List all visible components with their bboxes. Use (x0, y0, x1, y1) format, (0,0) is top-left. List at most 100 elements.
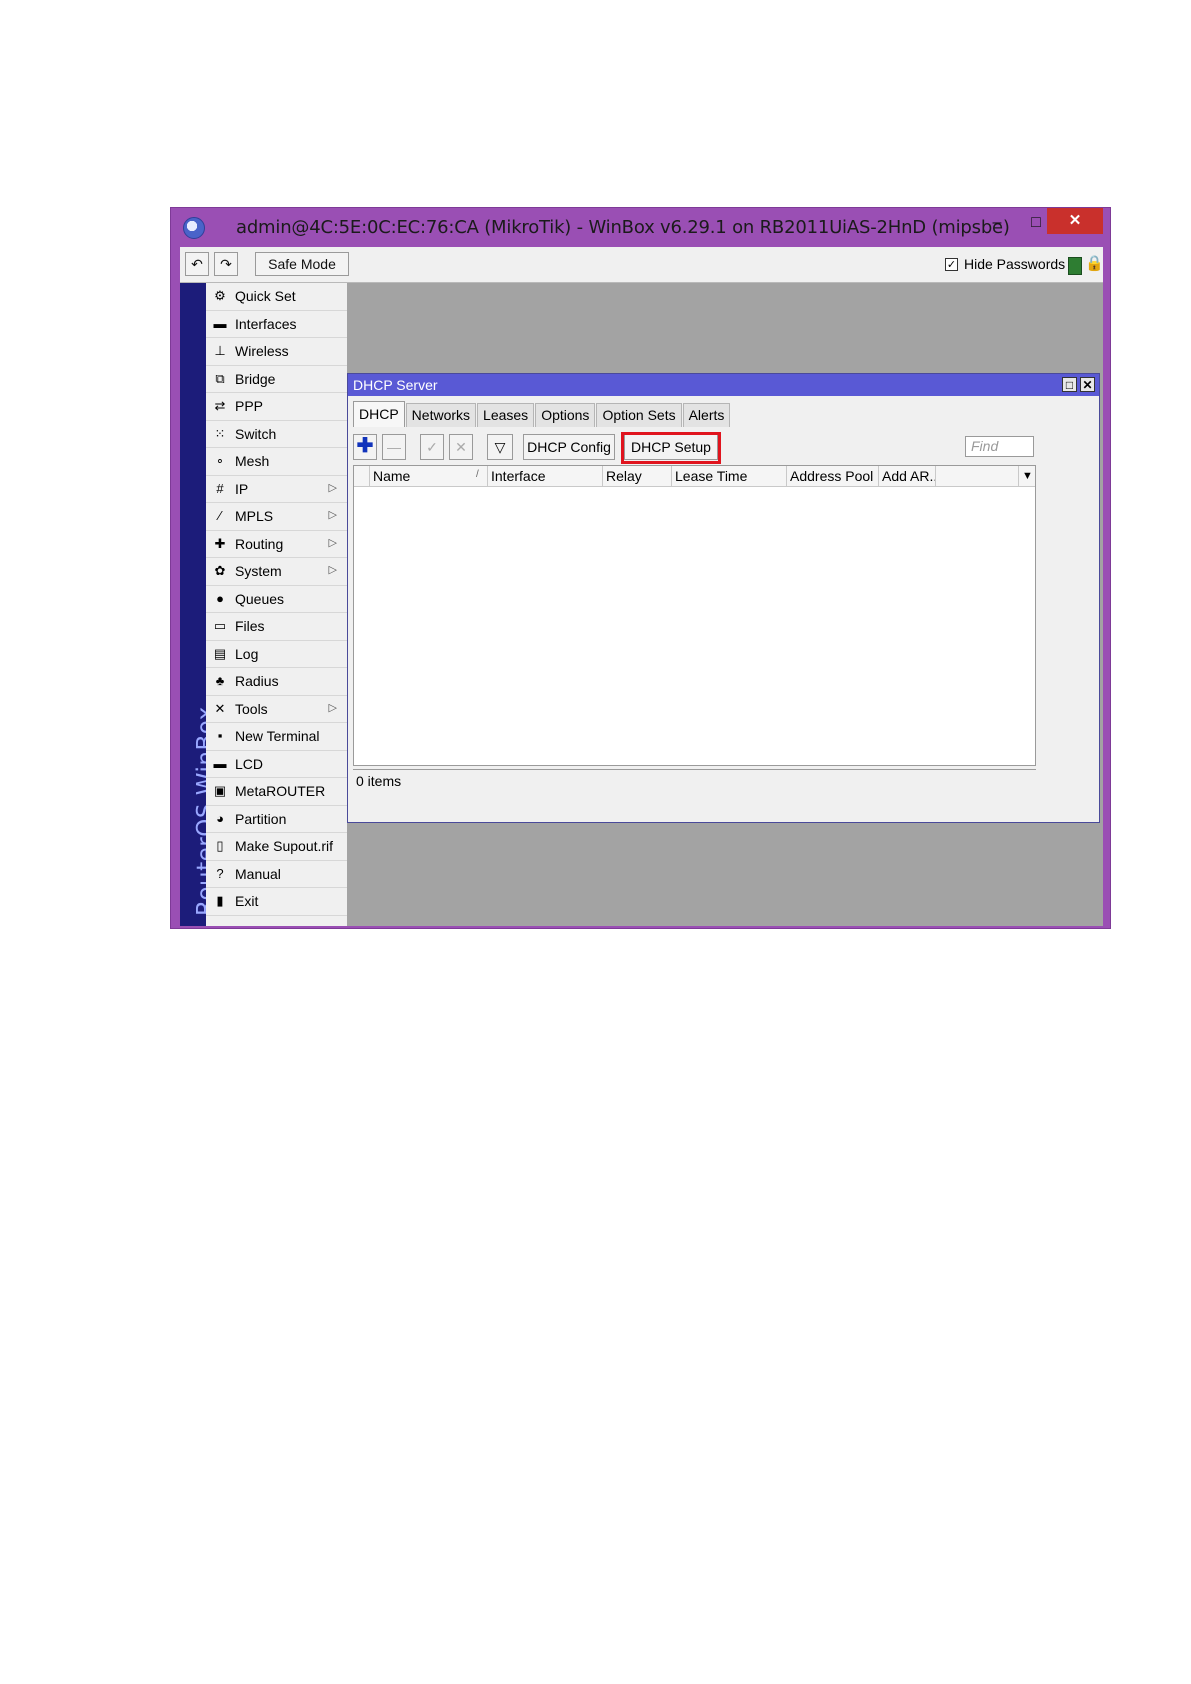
ppp-icon: ⇄ (214, 398, 226, 414)
sidebar-item-label: Routing (235, 535, 284, 552)
dhcp-config-button[interactable]: DHCP Config (523, 434, 615, 460)
restore-icon[interactable]: □ (1062, 377, 1077, 392)
sidebar-item-queues[interactable]: ● Queues (206, 586, 347, 613)
sidebar-item-lcd[interactable]: ▬ LCD (206, 751, 347, 778)
sidebar-item-log[interactable]: ▤ Log (206, 641, 347, 668)
sidebar-item-mpls[interactable]: ⁄ MPLS ▷ (206, 503, 347, 531)
tools-icon: ✕ (214, 700, 226, 716)
column-header-name[interactable]: Name (369, 466, 487, 486)
close-button[interactable]: ✕ (1047, 208, 1103, 234)
sidebar-item-partition[interactable]: ◕ Partition (206, 806, 347, 833)
sidebar-item-radius[interactable]: ♣ Radius (206, 668, 347, 696)
sidebar-item-ppp[interactable]: ⇄ PPP (206, 393, 347, 421)
sidebar-item-new-terminal[interactable]: ▪ New Terminal (206, 723, 347, 751)
manual-icon: ? (216, 865, 224, 881)
partition-icon: ◕ (216, 810, 224, 826)
submenu-arrow-icon: ▷ (328, 564, 337, 576)
lock-icon: 🔒 (1085, 255, 1104, 272)
find-input[interactable]: Find (965, 436, 1034, 457)
add-button[interactable]: ✚ (353, 434, 377, 460)
sidebar-item-label: Bridge (235, 370, 276, 387)
routing-icon: ✚ (214, 535, 226, 551)
undo-button[interactable]: ↶ (185, 252, 209, 276)
window-title: admin@4C:5E:0C:EC:76:CA (MikroTik) - Win… (236, 217, 1010, 238)
winbox-app-icon (183, 217, 205, 239)
sidebar-item-ip[interactable]: # IP ▷ (206, 476, 347, 503)
submenu-arrow-icon: ▷ (328, 509, 337, 521)
sidebar-item-quick-set[interactable]: ⚙ Quick Set (206, 283, 347, 311)
files-icon: ▭ (213, 618, 227, 634)
sidebar-item-files[interactable]: ▭ Files (206, 613, 347, 641)
minimize-button[interactable]: – (982, 212, 1012, 236)
sidebar-item-label: Wireless (235, 343, 289, 360)
sidebar-item-exit[interactable]: ▮ Exit (206, 888, 347, 916)
dhcp-window-title[interactable]: DHCP Server (348, 374, 1099, 396)
sidebar-item-routing[interactable]: ✚ Routing ▷ (206, 531, 347, 558)
redo-button[interactable]: ↷ (214, 252, 238, 276)
column-header-interface[interactable]: Interface (487, 466, 602, 486)
metarouter-icon: ▣ (213, 783, 227, 799)
sidebar-item-mesh[interactable]: ∘ Mesh (206, 448, 347, 476)
tab-options[interactable]: Options (535, 403, 596, 427)
tab-option-sets[interactable]: Option Sets (596, 403, 682, 427)
sidebar-item-interfaces[interactable]: ▬ Interfaces (206, 311, 347, 338)
sidebar-item-label: Quick Set (235, 288, 296, 305)
bridge-icon: ⧉ (215, 370, 225, 386)
table-header: Name / Interface Relay Lease Time Addres… (354, 466, 1035, 487)
tab-leases[interactable]: Leases (477, 403, 535, 427)
hide-passwords-toggle[interactable]: ✓ Hide Passwords (945, 256, 1065, 272)
enable-button[interactable]: ✓ (420, 434, 444, 460)
sidebar-item-make-supout-rif[interactable]: ▯ Make Supout.rif (206, 833, 347, 861)
tab-alerts[interactable]: Alerts (682, 403, 731, 427)
sidebar-item-label: MPLS (235, 508, 274, 525)
sidebar-item-label: Exit (235, 893, 259, 910)
sidebar-item-bridge[interactable]: ⧉ Bridge (206, 366, 347, 393)
hide-passwords-checkbox[interactable]: ✓ (945, 257, 958, 271)
terminal-icon: ▪ (217, 728, 223, 744)
sidebar-item-system[interactable]: ✿ System ▷ (206, 558, 347, 586)
sidebar-item-wireless[interactable]: ⊥ Wireless (206, 338, 347, 366)
switch-icon: ⁙ (214, 425, 226, 441)
winbox-window: admin@4C:5E:0C:EC:76:CA (MikroTik) - Win… (170, 207, 1111, 929)
system-icon: ✿ (214, 563, 226, 579)
highlight-box (621, 432, 721, 464)
mesh-icon: ∘ (215, 453, 225, 469)
columns-dropdown-icon[interactable]: ▼ (1018, 466, 1036, 486)
sidebar-item-label: Switch (235, 425, 277, 442)
column-header-address-pool[interactable]: Address Pool (786, 466, 878, 486)
sidebar-item-label: Partition (235, 810, 287, 827)
column-header-relay[interactable]: Relay (602, 466, 671, 486)
disable-button[interactable]: ✕ (449, 434, 473, 460)
dhcp-tabs: DHCP Networks Leases Options Option Sets Aler… (353, 401, 731, 427)
filter-icon[interactable]: ▽ (487, 434, 513, 460)
close-icon[interactable]: ✕ (1080, 377, 1095, 392)
submenu-arrow-icon: ▷ (328, 536, 337, 549)
sidebar-item-metarouter[interactable]: ▣ MetaROUTER (206, 778, 347, 806)
ip-icon: # (216, 480, 224, 496)
submenu-arrow-icon: ▷ (328, 701, 337, 714)
sidebar-item-label: Files (235, 618, 265, 635)
tab-dhcp[interactable]: DHCP (353, 401, 405, 427)
dhcp-server-window: DHCP Server □ ✕ DHCP Networks Leases Option… (347, 373, 1100, 823)
queues-icon: ● (216, 590, 224, 606)
radius-icon: ♣ (215, 673, 225, 689)
title-bar[interactable]: admin@4C:5E:0C:EC:76:CA (MikroTik) - Win… (171, 208, 1110, 246)
submenu-arrow-icon: ▷ (328, 481, 337, 494)
quick-set-icon: ⚙ (214, 288, 226, 304)
tab-networks[interactable]: Networks (405, 403, 477, 427)
exit-icon: ▮ (216, 893, 224, 909)
column-header-lease-time[interactable]: Lease Time (671, 466, 786, 486)
interfaces-icon: ▬ (213, 315, 227, 331)
sidebar-item-label: New Terminal (235, 728, 320, 745)
column-header-add-arp[interactable]: Add AR... (878, 466, 935, 486)
status-indicator-icon (1068, 257, 1082, 275)
sidebar-item-switch[interactable]: ⁙ Switch (206, 421, 347, 448)
safe-mode-button[interactable]: Safe Mode (255, 252, 349, 276)
sort-icon: / (476, 469, 479, 480)
hide-passwords-label: Hide Passwords (964, 256, 1066, 272)
sidebar-item-tools[interactable]: ✕ Tools ▷ (206, 696, 347, 723)
remove-button[interactable]: — (382, 434, 406, 460)
dhcp-table: Name / Interface Relay Lease Time Addres… (353, 465, 1036, 766)
sidebar-item-manual[interactable]: ? Manual (206, 861, 347, 888)
main-toolbar: ↶ ↷ Safe Mode ✓ Hide Passwords 🔒 (180, 247, 1104, 283)
